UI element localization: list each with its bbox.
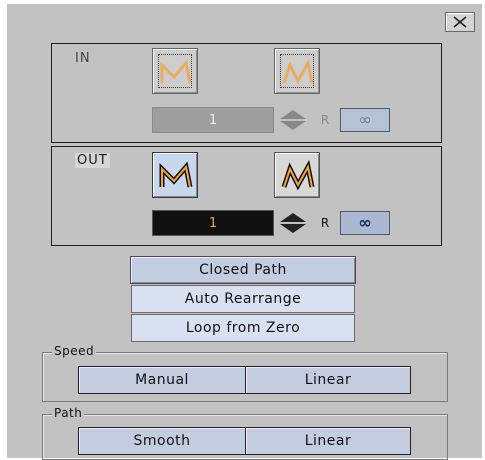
out-curve-linear-button[interactable]	[274, 152, 320, 198]
in-infinity-button[interactable]: ∞	[340, 108, 390, 132]
close-icon	[453, 16, 467, 28]
out-r-button[interactable]: R	[316, 212, 334, 234]
out-label: OUT	[75, 153, 110, 168]
speed-linear-button[interactable]: Linear	[245, 366, 411, 394]
path-smooth-button[interactable]: Smooth	[78, 427, 246, 455]
linear-curve-icon	[282, 58, 314, 85]
out-value-field[interactable]: 1	[152, 210, 274, 236]
out-spinner[interactable]	[276, 211, 310, 235]
speed-manual-button[interactable]: Manual	[78, 366, 246, 394]
in-value-field[interactable]: 1	[152, 107, 274, 133]
in-curve-ease-button[interactable]	[152, 48, 198, 94]
in-curve-linear-button[interactable]	[274, 48, 320, 94]
out-infinity-button[interactable]: ∞	[340, 211, 390, 235]
ease-curve-icon	[159, 161, 193, 188]
close-button[interactable]	[445, 12, 475, 32]
linear-curve-icon	[281, 159, 315, 191]
spinner-arrows-icon	[280, 213, 306, 233]
path-legend: Path	[52, 406, 85, 420]
in-spinner[interactable]	[276, 108, 310, 132]
path-linear-button[interactable]: Linear	[245, 427, 411, 455]
in-r-button[interactable]: R	[316, 109, 334, 131]
speed-legend: Speed	[52, 344, 97, 358]
ease-curve-icon	[160, 59, 192, 84]
loop-from-zero-button[interactable]: Loop from Zero	[131, 314, 355, 342]
auto-rearrange-button[interactable]: Auto Rearrange	[131, 285, 355, 313]
out-curve-ease-button[interactable]	[152, 152, 198, 198]
closed-path-button[interactable]: Closed Path	[130, 256, 356, 284]
in-label: IN	[75, 51, 91, 66]
spinner-arrows-icon	[280, 110, 306, 130]
